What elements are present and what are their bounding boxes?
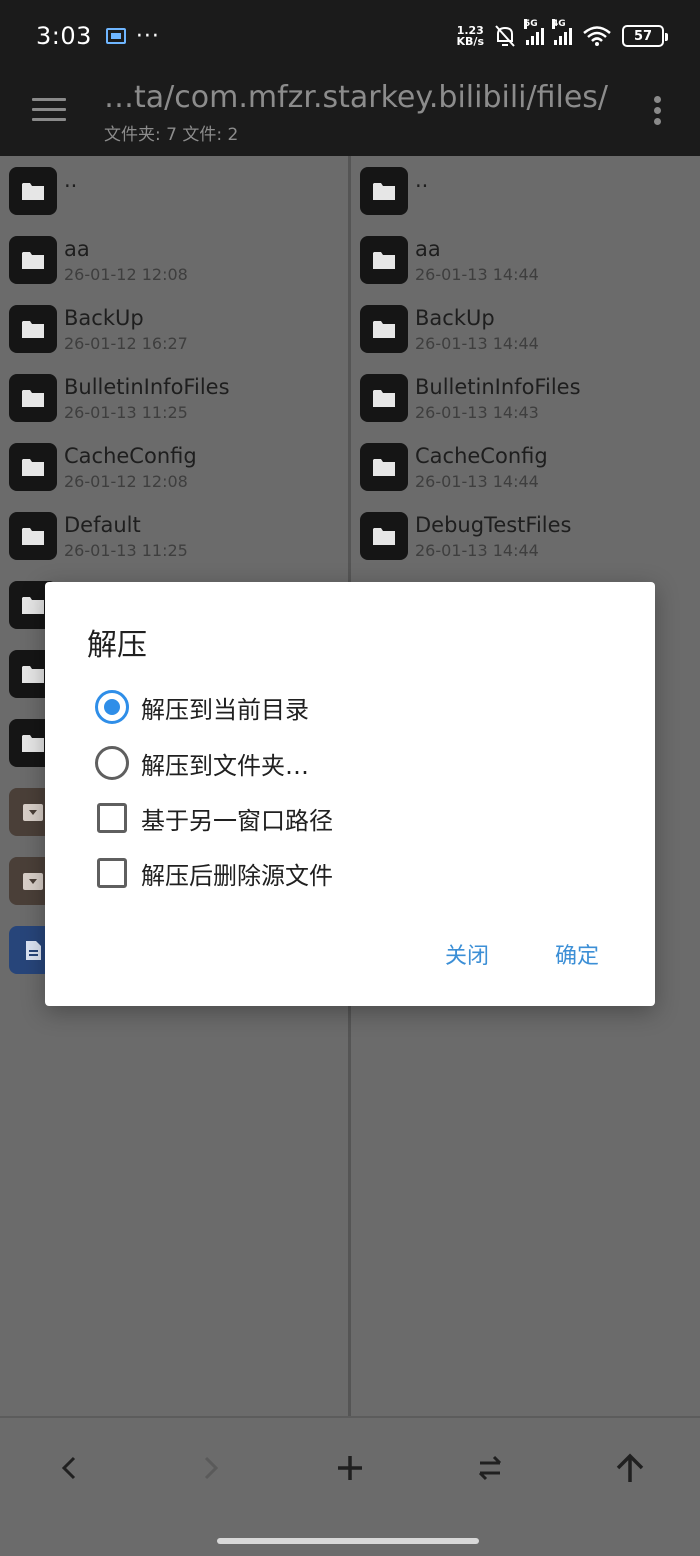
folder-icon xyxy=(360,443,408,491)
confirm-button[interactable]: 确定 xyxy=(555,938,599,970)
file-name: .. xyxy=(64,168,78,192)
list-item[interactable]: CacheConfig 26-01-12 12:08 xyxy=(0,432,348,501)
checkbox-unchecked-icon[interactable] xyxy=(97,858,127,888)
radio-extract-current-dir[interactable]: 解压到当前目录 xyxy=(95,687,309,727)
overflow-menu-icon[interactable] xyxy=(654,96,662,126)
swap-panes-icon[interactable] xyxy=(470,1448,510,1488)
status-time: 3:03 xyxy=(36,22,92,50)
menu-icon[interactable] xyxy=(32,98,66,122)
file-name: .. xyxy=(415,168,429,192)
file-name: BulletinInfoFiles xyxy=(64,375,230,399)
extract-dialog: 解压 解压到当前目录 解压到文件夹… 基于另一窗口路径 解压后删除源文件 关闭 … xyxy=(45,582,655,1006)
screenshot-notification-icon xyxy=(105,28,126,44)
status-indicators: 1.23 KB/s 5G 4G 57 xyxy=(456,19,668,48)
folder-icon xyxy=(360,374,408,422)
file-date: 26-01-13 14:44 xyxy=(415,265,539,284)
radio-unselected-icon[interactable] xyxy=(95,746,129,780)
file-name: DebugTestFiles xyxy=(415,513,572,537)
current-path: …ta/com.mfzr.starkey.bilibili/files/ xyxy=(104,80,609,115)
list-item[interactable]: Default 26-01-13 11:25 xyxy=(0,501,348,570)
file-name: CacheConfig xyxy=(64,444,197,468)
folder-icon xyxy=(9,305,57,353)
file-date: 26-01-13 14:44 xyxy=(415,472,539,491)
file-name: Default xyxy=(64,513,141,537)
up-directory-icon[interactable] xyxy=(610,1448,650,1488)
signal-4g-icon: 4G xyxy=(552,19,572,45)
radio-extract-to-folder[interactable]: 解压到文件夹… xyxy=(95,743,309,783)
file-name: aa xyxy=(64,237,90,261)
file-date: 26-01-13 11:25 xyxy=(64,403,188,422)
file-date: 26-01-13 14:44 xyxy=(415,334,539,353)
list-item[interactable]: BulletinInfoFiles 26-01-13 14:43 xyxy=(351,363,700,432)
folder-icon xyxy=(360,512,408,560)
mute-bell-icon xyxy=(495,25,515,47)
file-date: 26-01-12 12:08 xyxy=(64,472,188,491)
bottom-action-bar xyxy=(0,1416,700,1556)
folder-icon xyxy=(360,305,408,353)
close-button[interactable]: 关闭 xyxy=(445,938,489,970)
folder-icon xyxy=(9,167,57,215)
file-name: BackUp xyxy=(64,306,144,330)
list-item[interactable]: .. xyxy=(351,156,700,225)
file-name: BackUp xyxy=(415,306,495,330)
option-label: 基于另一窗口路径 xyxy=(141,806,333,835)
list-item[interactable]: aa 26-01-13 14:44 xyxy=(351,225,700,294)
folder-icon xyxy=(9,443,57,491)
file-date: 26-01-12 12:08 xyxy=(64,265,188,284)
option-label: 解压到文件夹… xyxy=(141,751,309,780)
add-icon[interactable] xyxy=(330,1448,370,1488)
forward-arrow-icon[interactable] xyxy=(190,1448,230,1488)
file-date: 26-01-13 14:43 xyxy=(415,403,539,422)
folder-icon xyxy=(360,236,408,284)
checkbox-delete-source[interactable]: 解压后删除源文件 xyxy=(95,853,333,893)
toolbar: …ta/com.mfzr.starkey.bilibili/files/ 文件夹… xyxy=(0,72,700,156)
list-item[interactable]: DebugTestFiles 26-01-13 14:44 xyxy=(351,501,700,570)
status-bar: 3:03 ··· 1.23 KB/s 5G 4G 57 xyxy=(0,0,700,72)
folder-icon xyxy=(9,512,57,560)
checkbox-unchecked-icon[interactable] xyxy=(97,803,127,833)
list-item[interactable]: .. xyxy=(0,156,348,225)
gesture-handle[interactable] xyxy=(217,1538,479,1544)
option-label: 解压后删除源文件 xyxy=(141,861,333,890)
list-item[interactable]: aa 26-01-12 12:08 xyxy=(0,225,348,294)
file-date: 26-01-13 11:25 xyxy=(64,541,188,560)
radio-selected-icon[interactable] xyxy=(95,690,129,724)
folder-icon xyxy=(360,167,408,215)
folder-icon xyxy=(9,236,57,284)
list-item[interactable]: BackUp 26-01-12 16:27 xyxy=(0,294,348,363)
file-date: 26-01-12 16:27 xyxy=(64,334,188,353)
signal-5g-icon: 5G xyxy=(524,19,544,45)
file-name: CacheConfig xyxy=(415,444,548,468)
battery-icon: 57 xyxy=(622,25,668,47)
wifi-icon xyxy=(583,26,611,46)
option-label: 解压到当前目录 xyxy=(141,695,309,724)
folder-file-count: 文件夹: 7 文件: 2 xyxy=(104,125,239,145)
more-notifications-icon: ··· xyxy=(135,23,160,49)
file-name: aa xyxy=(415,237,441,261)
dialog-title: 解压 xyxy=(87,628,147,663)
checkbox-other-window-path[interactable]: 基于另一窗口路径 xyxy=(95,798,333,838)
list-item[interactable]: CacheConfig 26-01-13 14:44 xyxy=(351,432,700,501)
list-item[interactable]: BulletinInfoFiles 26-01-13 11:25 xyxy=(0,363,348,432)
file-date: 26-01-13 14:44 xyxy=(415,541,539,560)
folder-icon xyxy=(9,374,57,422)
network-speed: 1.23 KB/s xyxy=(456,24,484,48)
back-arrow-icon[interactable] xyxy=(50,1448,90,1488)
file-name: BulletinInfoFiles xyxy=(415,375,581,399)
list-item[interactable]: BackUp 26-01-13 14:44 xyxy=(351,294,700,363)
